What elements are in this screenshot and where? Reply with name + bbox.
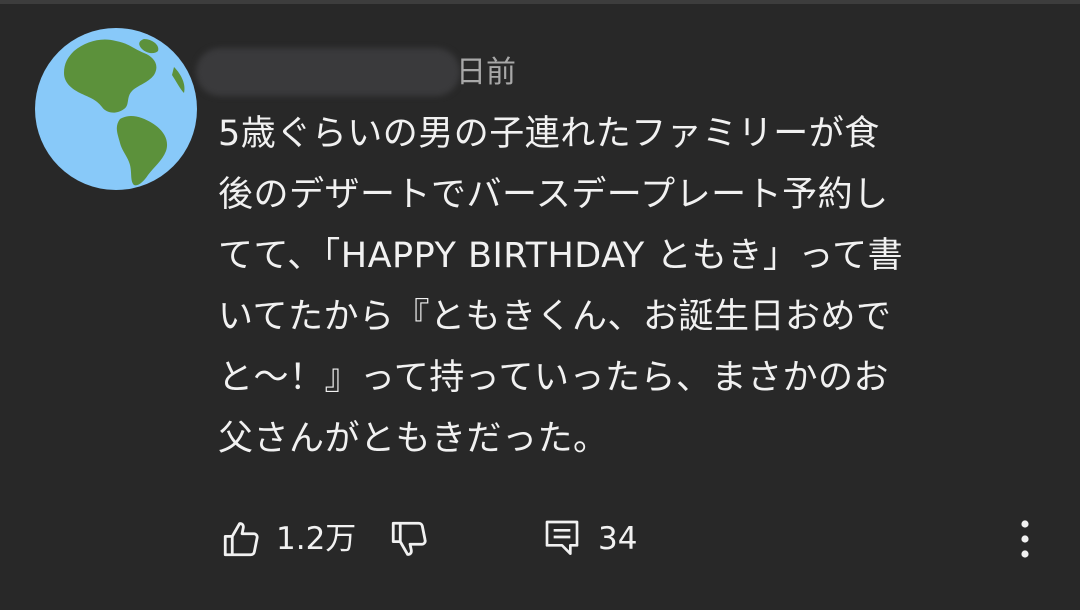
comment-line: いてたから『ともきくん、お誕生日おめで: [218, 297, 892, 337]
avatar[interactable]: [34, 27, 198, 191]
top-divider: [0, 0, 1080, 4]
comment-body: 5歳ぐらいの男の子連れたファミリーが食 後のデザートでバースデープレート予約し …: [218, 104, 1038, 470]
comment-line: 5歳ぐらいの男の子連れたファミリーが食: [218, 114, 880, 154]
like-count: 1.2万: [276, 521, 357, 557]
comment-line: 父さんがともきだった。: [218, 419, 609, 459]
comment-line: 後のデザートでバースデープレート予約し: [218, 175, 889, 215]
username-redacted[interactable]: [196, 48, 460, 96]
comment-line: と〜！』って持っていったら、まさかのお: [218, 358, 890, 398]
comment-timestamp[interactable]: 日前: [456, 50, 536, 96]
thumbs-up-icon[interactable]: [220, 518, 262, 560]
comment-line: てて、「HAPPY BIRTHDAY ともき」って書: [218, 236, 904, 276]
reply-count[interactable]: 34: [598, 516, 637, 562]
thumbs-down-icon[interactable]: [388, 518, 430, 560]
globe-americas-icon: [35, 28, 197, 190]
more-vert-icon[interactable]: [1012, 514, 1038, 564]
comment-icon[interactable]: [542, 516, 582, 558]
comment-actions: 1.2万 34: [0, 508, 1080, 568]
